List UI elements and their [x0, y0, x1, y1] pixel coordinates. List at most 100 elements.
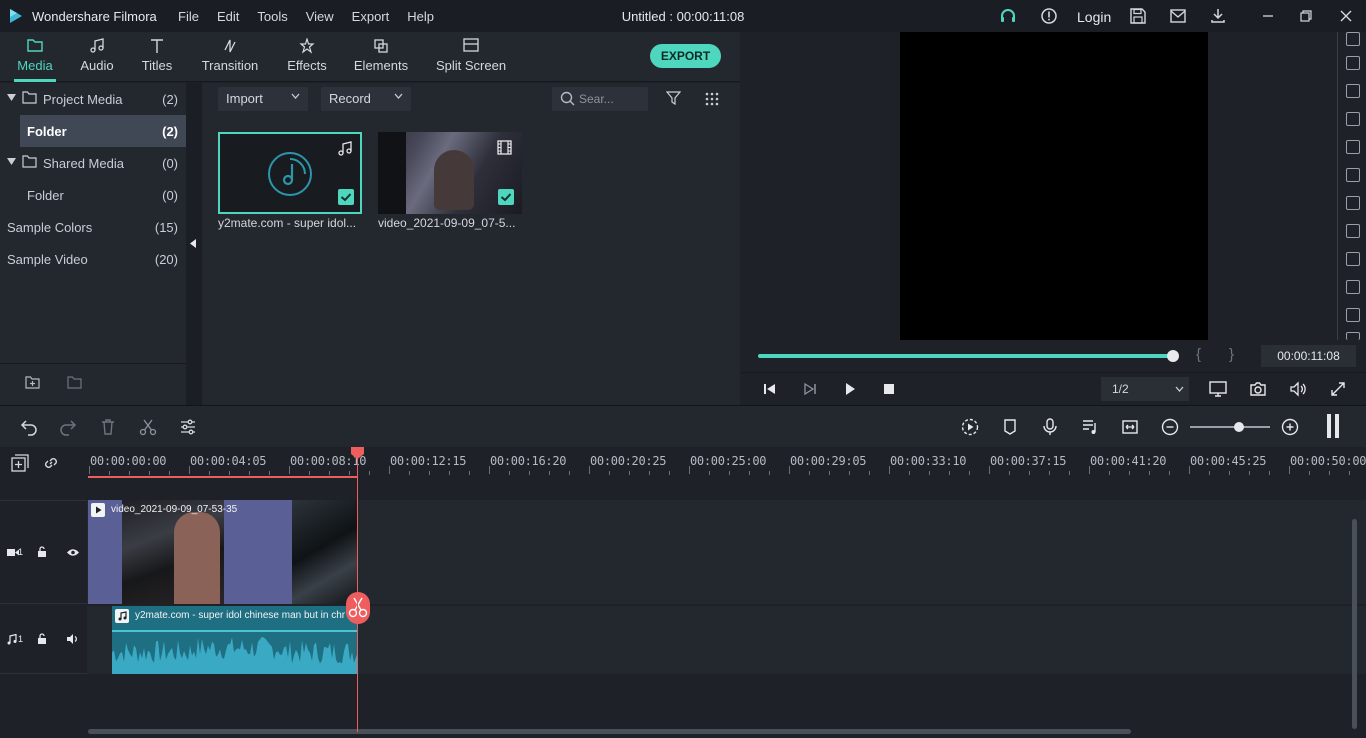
stop-icon[interactable]	[883, 383, 895, 395]
tab-effects[interactable]: Effects	[280, 32, 334, 82]
fullscreen-icon[interactable]	[1329, 380, 1347, 398]
playhead-handle-icon[interactable]	[351, 447, 364, 459]
display-icon[interactable]	[1209, 380, 1227, 398]
headset-icon[interactable]	[999, 7, 1017, 25]
new-folder-icon[interactable]	[25, 376, 41, 390]
save-icon[interactable]	[1129, 7, 1147, 25]
tab-media[interactable]: Media	[10, 32, 60, 82]
filter-icon[interactable]	[666, 91, 681, 106]
tab-split-screen[interactable]: Split Screen	[432, 32, 510, 82]
collapse-arrow-icon[interactable]	[190, 239, 196, 248]
menu-file[interactable]: File	[178, 9, 199, 24]
lock-icon[interactable]	[37, 546, 47, 558]
restore-icon[interactable]	[1297, 7, 1315, 25]
speaker-icon[interactable]	[67, 634, 79, 644]
menu-view[interactable]: View	[306, 9, 334, 24]
tree-sample-colors[interactable]: Sample Colors (15)	[0, 211, 186, 243]
download-icon[interactable]	[1209, 7, 1227, 25]
panel-handle[interactable]	[1327, 414, 1331, 438]
zoom-out-icon[interactable]	[1161, 418, 1179, 436]
zoom-slider-handle[interactable]	[1234, 422, 1244, 432]
side-checkbox[interactable]	[1346, 252, 1360, 266]
mail-icon[interactable]	[1169, 7, 1187, 25]
mark-in-button[interactable]: {	[1196, 346, 1201, 363]
lock-icon[interactable]	[37, 633, 47, 645]
side-checkbox[interactable]	[1346, 332, 1360, 340]
step-back-icon[interactable]	[763, 382, 777, 396]
tree-folder-project[interactable]: Folder (2)	[20, 115, 186, 147]
tab-audio[interactable]: Audio	[72, 32, 122, 82]
check-icon[interactable]	[338, 189, 354, 205]
check-icon[interactable]	[498, 189, 514, 205]
search-input[interactable]: Sear...	[552, 87, 648, 111]
play-icon[interactable]	[843, 382, 857, 396]
playback-scrubber-handle[interactable]	[1167, 350, 1179, 362]
caret-down-icon[interactable]	[7, 158, 16, 166]
tree-shared-media[interactable]: Shared Media (0)	[0, 147, 186, 179]
split-scissors-icon[interactable]	[346, 592, 370, 624]
zoom-slider[interactable]	[1190, 426, 1270, 428]
tree-sample-video[interactable]: Sample Video (20)	[0, 243, 186, 275]
side-checkbox[interactable]	[1346, 112, 1360, 126]
tab-transition[interactable]: Transition	[196, 32, 264, 82]
record-dropdown[interactable]: Record	[321, 87, 411, 111]
ruler-tick	[1229, 471, 1230, 475]
media-item-audio[interactable]	[218, 132, 362, 214]
fit-timeline-icon[interactable]	[1121, 418, 1139, 436]
export-button[interactable]: EXPORT	[650, 44, 721, 68]
side-checkbox[interactable]	[1346, 308, 1360, 322]
panel-splitter[interactable]	[186, 83, 202, 405]
mark-out-button[interactable]: }	[1229, 346, 1234, 363]
side-checkbox[interactable]	[1346, 280, 1360, 294]
scissors-icon[interactable]	[139, 418, 157, 436]
audio-clip[interactable]: y2mate.com - super idol chinese man but …	[112, 606, 358, 674]
render-preview-icon[interactable]	[961, 418, 979, 436]
login-link[interactable]: Login	[1077, 9, 1111, 25]
import-dropdown[interactable]: Import	[218, 87, 308, 111]
tree-project-media[interactable]: Project Media (2)	[0, 83, 186, 115]
playback-progress-bar[interactable]	[758, 354, 1173, 358]
side-checkbox[interactable]	[1346, 140, 1360, 154]
timeline-vertical-scrollbar[interactable]	[1352, 519, 1357, 729]
caret-down-icon[interactable]	[7, 94, 16, 102]
playback-quality-dropdown[interactable]: 1/2	[1101, 377, 1189, 401]
timeline-horizontal-scrollbar[interactable]	[88, 729, 1131, 734]
minimize-icon[interactable]	[1259, 7, 1277, 25]
marker-icon[interactable]	[1001, 418, 1019, 436]
close-icon[interactable]	[1337, 7, 1355, 25]
panel-handle[interactable]	[1335, 414, 1339, 438]
folder-outline-icon[interactable]	[67, 376, 83, 390]
undo-icon[interactable]	[20, 418, 38, 436]
add-track-icon[interactable]	[11, 454, 29, 472]
step-forward-icon[interactable]	[803, 382, 817, 396]
snapshot-icon[interactable]	[1249, 380, 1267, 398]
redo-icon[interactable]	[59, 418, 77, 436]
side-checkbox[interactable]	[1346, 56, 1360, 70]
side-checkbox[interactable]	[1346, 84, 1360, 98]
tab-titles[interactable]: Titles	[132, 32, 182, 82]
media-item-video[interactable]	[378, 132, 522, 214]
link-icon[interactable]	[42, 454, 60, 472]
menu-export[interactable]: Export	[352, 9, 390, 24]
menu-edit[interactable]: Edit	[217, 9, 239, 24]
volume-icon[interactable]	[1289, 380, 1307, 398]
menu-help[interactable]: Help	[407, 9, 434, 24]
playhead-line[interactable]	[357, 452, 358, 732]
video-clip[interactable]: video_2021-09-09_07-53-35	[88, 500, 358, 604]
microphone-icon[interactable]	[1041, 418, 1059, 436]
tree-folder-shared[interactable]: Folder (0)	[0, 179, 186, 211]
adjust-icon[interactable]	[179, 418, 197, 436]
menu-tools[interactable]: Tools	[257, 9, 287, 24]
timeline-ruler[interactable]: 00:00:00:00 00:00:04:05 00:00:08:10 00:00:1…	[0, 447, 1366, 479]
info-icon[interactable]	[1040, 7, 1058, 25]
side-checkbox[interactable]	[1346, 224, 1360, 238]
grid-view-icon[interactable]	[705, 92, 719, 106]
trash-icon[interactable]	[99, 418, 117, 436]
side-checkbox[interactable]	[1346, 196, 1360, 210]
tab-elements[interactable]: Elements	[350, 32, 412, 82]
zoom-in-icon[interactable]	[1281, 418, 1299, 436]
side-checkbox[interactable]	[1346, 32, 1360, 46]
eye-icon[interactable]	[67, 548, 79, 557]
side-checkbox[interactable]	[1346, 168, 1360, 182]
audio-mixer-icon[interactable]	[1081, 418, 1099, 436]
